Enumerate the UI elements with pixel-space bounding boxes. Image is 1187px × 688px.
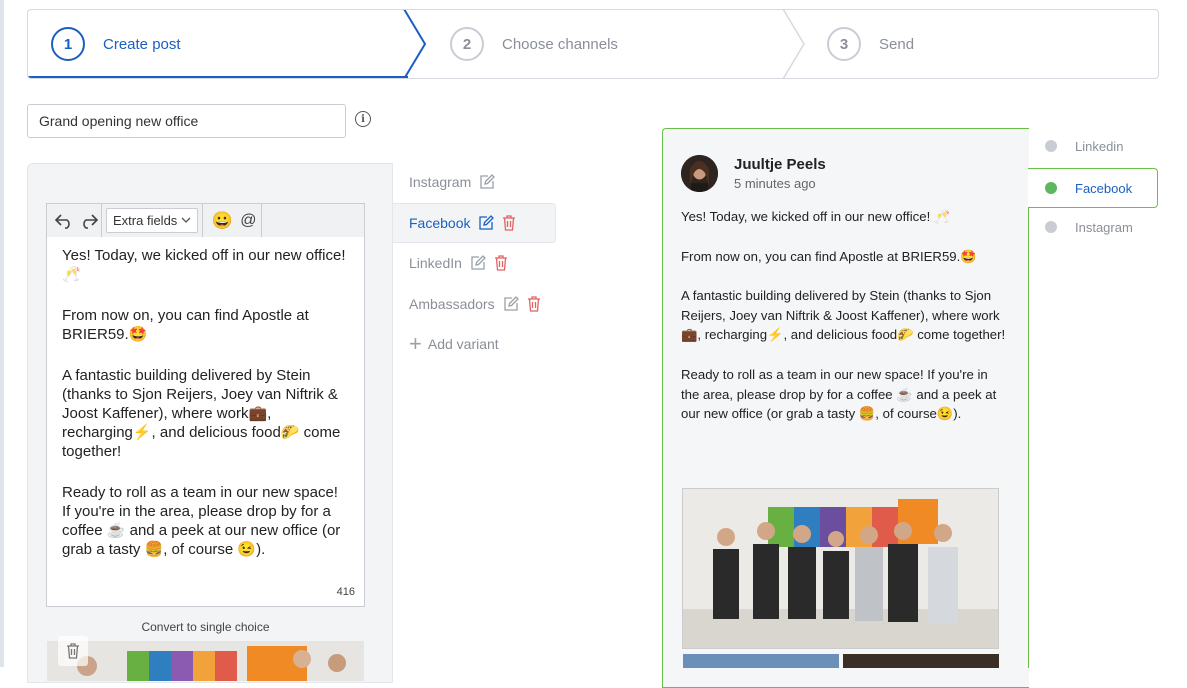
- step-number: 1: [51, 27, 85, 61]
- edit-icon[interactable]: [503, 296, 519, 312]
- extra-fields-label: Extra fields: [113, 213, 178, 228]
- step-send[interactable]: 3 Send: [827, 26, 914, 62]
- post-preview-text: Yes! Today, we kicked off in our new off…: [681, 207, 1006, 444]
- toolbar-divider: [101, 204, 102, 237]
- edit-icon[interactable]: [478, 215, 495, 231]
- trash-icon[interactable]: [502, 215, 516, 231]
- trash-icon[interactable]: [494, 255, 508, 271]
- variant-label: Facebook: [409, 215, 471, 231]
- preview-border: [1028, 208, 1029, 668]
- redo-icon[interactable]: [77, 203, 101, 238]
- edit-icon[interactable]: [470, 255, 486, 271]
- post-preview-image: [683, 654, 839, 668]
- post-timestamp: 5 minutes ago: [734, 176, 816, 191]
- post-author-name: Juultje Peels: [734, 156, 826, 173]
- channel-tab-instagram[interactable]: Instagram: [1028, 207, 1158, 247]
- channel-label: Facebook: [1075, 180, 1133, 196]
- post-preview-image: [843, 654, 999, 668]
- add-variant-button[interactable]: + Add variant: [409, 331, 499, 356]
- step-choose-channels[interactable]: 2 Choose channels: [450, 26, 618, 62]
- step-label: Send: [879, 35, 915, 53]
- variant-label: LinkedIn: [409, 255, 462, 271]
- channel-tab-linkedin[interactable]: Linkedin: [1028, 126, 1158, 166]
- step-number: 3: [827, 27, 861, 61]
- post-preview-image: [682, 488, 999, 649]
- toolbar-divider: [202, 204, 204, 237]
- undo-icon[interactable]: [51, 203, 77, 238]
- step-label: Create post: [103, 35, 181, 53]
- info-icon[interactable]: i: [355, 111, 371, 127]
- plus-icon: +: [409, 331, 422, 356]
- preview-paragraph: A fantastic building delivered by Stein …: [681, 288, 1006, 343]
- edit-icon[interactable]: [479, 174, 496, 190]
- channel-label: Instagram: [1075, 219, 1133, 235]
- editor-paragraph: Yes! Today, we kicked off in our new off…: [62, 247, 346, 283]
- convert-to-single-choice-link[interactable]: Convert to single choice: [46, 620, 365, 634]
- channel-status-dot: [1045, 221, 1057, 233]
- step-number: 2: [450, 27, 484, 61]
- variant-label: Ambassadors: [409, 296, 495, 312]
- step-divider-1: [403, 10, 427, 78]
- wizard-stepper: 1 Create post 2 Choose channels 3 Send: [27, 9, 1159, 79]
- chevron-down-icon: [181, 215, 191, 227]
- channel-label: Linkedin: [1075, 138, 1124, 154]
- step-label: Choose channels: [502, 35, 618, 53]
- at-icon[interactable]: @: [235, 203, 261, 238]
- trash-icon[interactable]: [527, 296, 541, 312]
- trash-icon[interactable]: [58, 636, 88, 666]
- channel-status-dot: [1045, 182, 1057, 194]
- channel-tab-facebook[interactable]: Facebook: [1028, 168, 1158, 208]
- extra-fields-dropdown[interactable]: Extra fields: [106, 208, 199, 233]
- emoji-icon[interactable]: 😀: [209, 203, 235, 238]
- avatar: [681, 155, 718, 192]
- variant-label: Instagram: [409, 174, 472, 190]
- preview-paragraph: From now on, you can find Apostle at BRI…: [681, 248, 977, 264]
- editor-paragraph: Ready to roll as a team in our new space…: [62, 484, 341, 558]
- active-step-underline: [28, 76, 408, 78]
- editor-paragraph: From now on, you can find Apostle at BRI…: [62, 307, 309, 343]
- step-create-post[interactable]: 1 Create post: [51, 26, 181, 62]
- step-divider-2: [782, 10, 805, 78]
- variant-linkedin[interactable]: LinkedIn: [393, 243, 508, 283]
- add-variant-label: Add variant: [427, 336, 499, 352]
- preview-paragraph: Ready to roll as a team in our new space…: [681, 366, 997, 422]
- variant-ambassadors[interactable]: Ambassadors: [393, 284, 541, 324]
- variant-facebook[interactable]: Facebook: [393, 203, 556, 243]
- channel-status-dot: [1045, 140, 1057, 152]
- character-count: 416: [336, 586, 355, 598]
- post-text-editor[interactable]: Yes! Today, we kicked off in our new off…: [46, 237, 365, 607]
- attached-image-thumbnail[interactable]: [47, 641, 364, 681]
- editor-paragraph: A fantastic building delivered by Stein …: [62, 367, 341, 460]
- toolbar-divider: [261, 204, 263, 237]
- preview-paragraph: Yes! Today, we kicked off in our new off…: [681, 209, 951, 224]
- left-edge: [0, 0, 4, 667]
- editor-toolbar: Extra fields 😀 @: [46, 203, 365, 238]
- variant-instagram[interactable]: Instagram: [393, 162, 496, 202]
- post-title-input[interactable]: [27, 104, 346, 138]
